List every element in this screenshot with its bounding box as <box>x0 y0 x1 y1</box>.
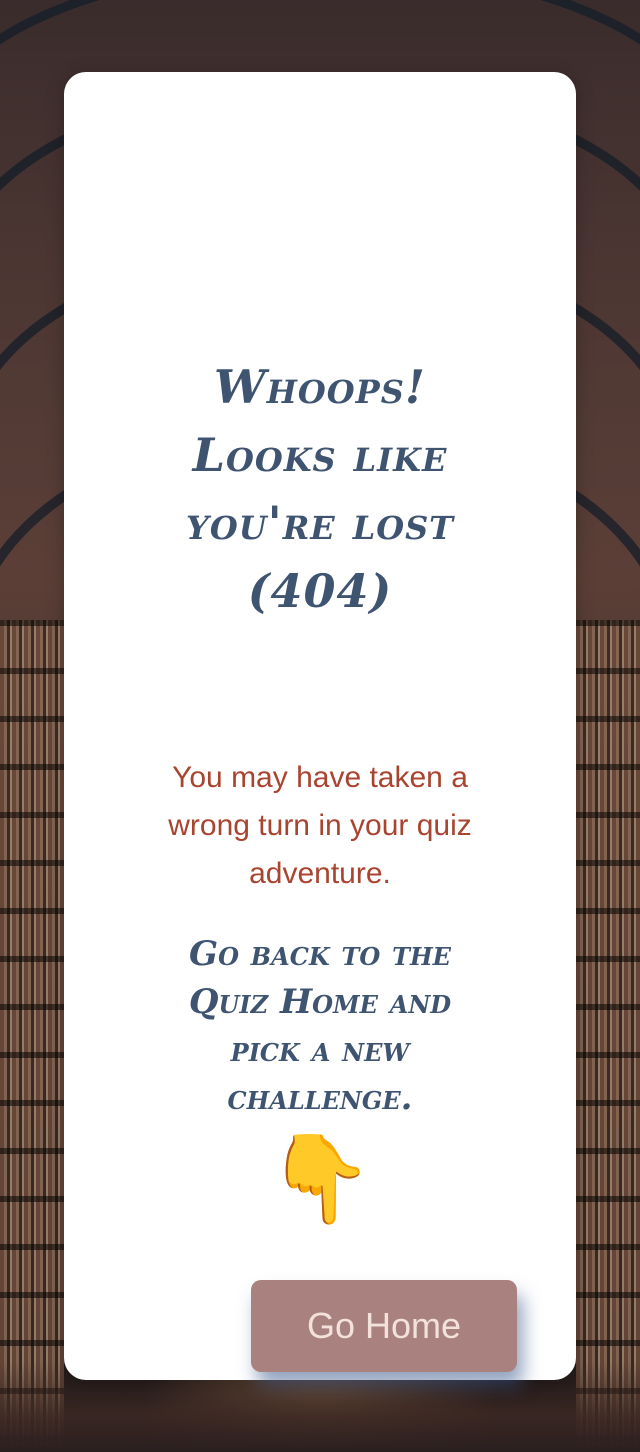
pointing-down-hand-icon: 👇 <box>266 1129 374 1229</box>
bookshelf-left <box>0 620 64 1452</box>
instruction-text: Go back to the Quiz Home and pick a new … <box>188 934 452 1118</box>
error-card: Whoops! Looks like you're lost (404) You… <box>64 72 576 1380</box>
error-message: You may have taken a wrong turn in your … <box>168 761 472 890</box>
bookshelf-right <box>576 620 640 1452</box>
error-heading: Whoops! Looks like you're lost (404) <box>185 359 454 618</box>
go-home-button[interactable]: Go Home <box>251 1280 517 1372</box>
